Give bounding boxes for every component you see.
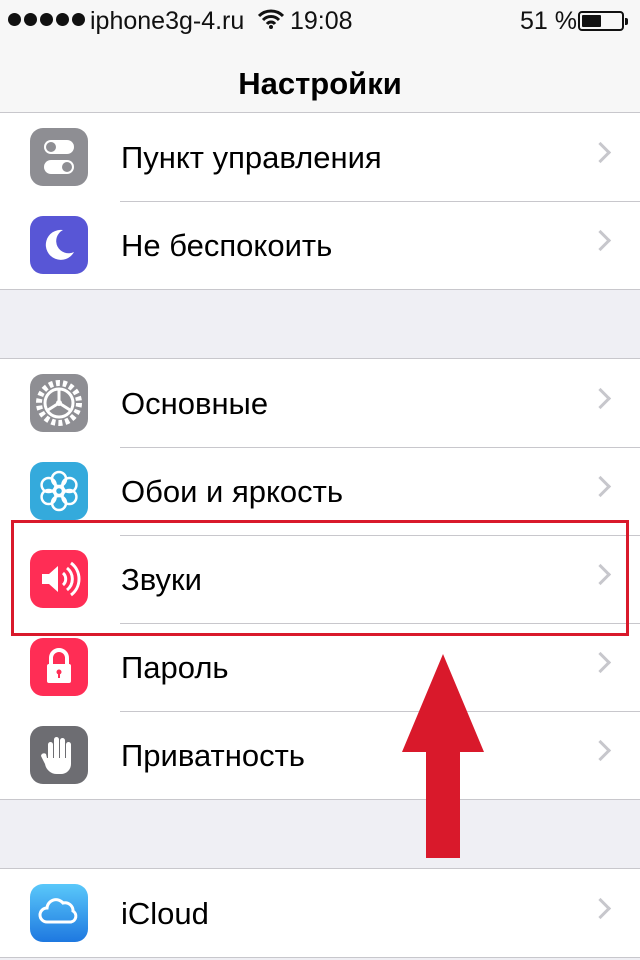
signal-dots-icon [8,13,85,26]
gear-icon [30,374,88,432]
cloud-icon [30,884,88,942]
chevron-right-icon [589,739,612,762]
carrier-name: iphone3g-4.ru [90,7,245,35]
settings-row-passcode[interactable]: Пароль [0,623,640,711]
chevron-right-icon [589,651,612,674]
chevron-right-icon [589,229,612,252]
settings-row-label: iCloud [121,896,209,931]
settings-row-label: Приватность [121,738,305,773]
chevron-right-icon [589,475,612,498]
moon-icon [30,216,88,274]
chevron-right-icon [589,141,612,164]
settings-row-label: Пункт управления [121,140,382,175]
chevron-right-icon [589,897,612,920]
status-bar: iphone3g-4.ru 19:08 51 % [0,0,640,42]
settings-row-general[interactable]: Основные [0,359,640,447]
arrow-up-icon [402,654,484,858]
wifi-icon [258,9,284,29]
battery-percent: 51 % [520,7,577,35]
settings-row-label: Основные [121,386,269,421]
settings-row-do-not-disturb[interactable]: Не беспокоить [0,201,640,289]
settings-row-label: Обои и яркость [121,474,343,509]
settings-group-1: Пункт управления Не беспокоить [0,112,640,290]
hand-icon [30,726,88,784]
settings-row-icloud[interactable]: iCloud [0,869,640,957]
control-center-icon [30,128,88,186]
settings-row-label: Не беспокоить [121,228,333,263]
flower-icon [30,462,88,520]
battery-icon [578,11,628,31]
clock: 19:08 [290,7,353,35]
settings-row-label: Пароль [121,650,229,685]
highlight-frame [11,520,629,636]
page-title: Настройки [238,66,402,101]
chevron-right-icon [589,387,612,410]
settings-row-control-center[interactable]: Пункт управления [0,113,640,201]
settings-row-privacy[interactable]: Приватность [0,711,640,799]
battery-fill [582,15,601,27]
settings-group-3: iCloud [0,868,640,958]
lock-icon [30,638,88,696]
